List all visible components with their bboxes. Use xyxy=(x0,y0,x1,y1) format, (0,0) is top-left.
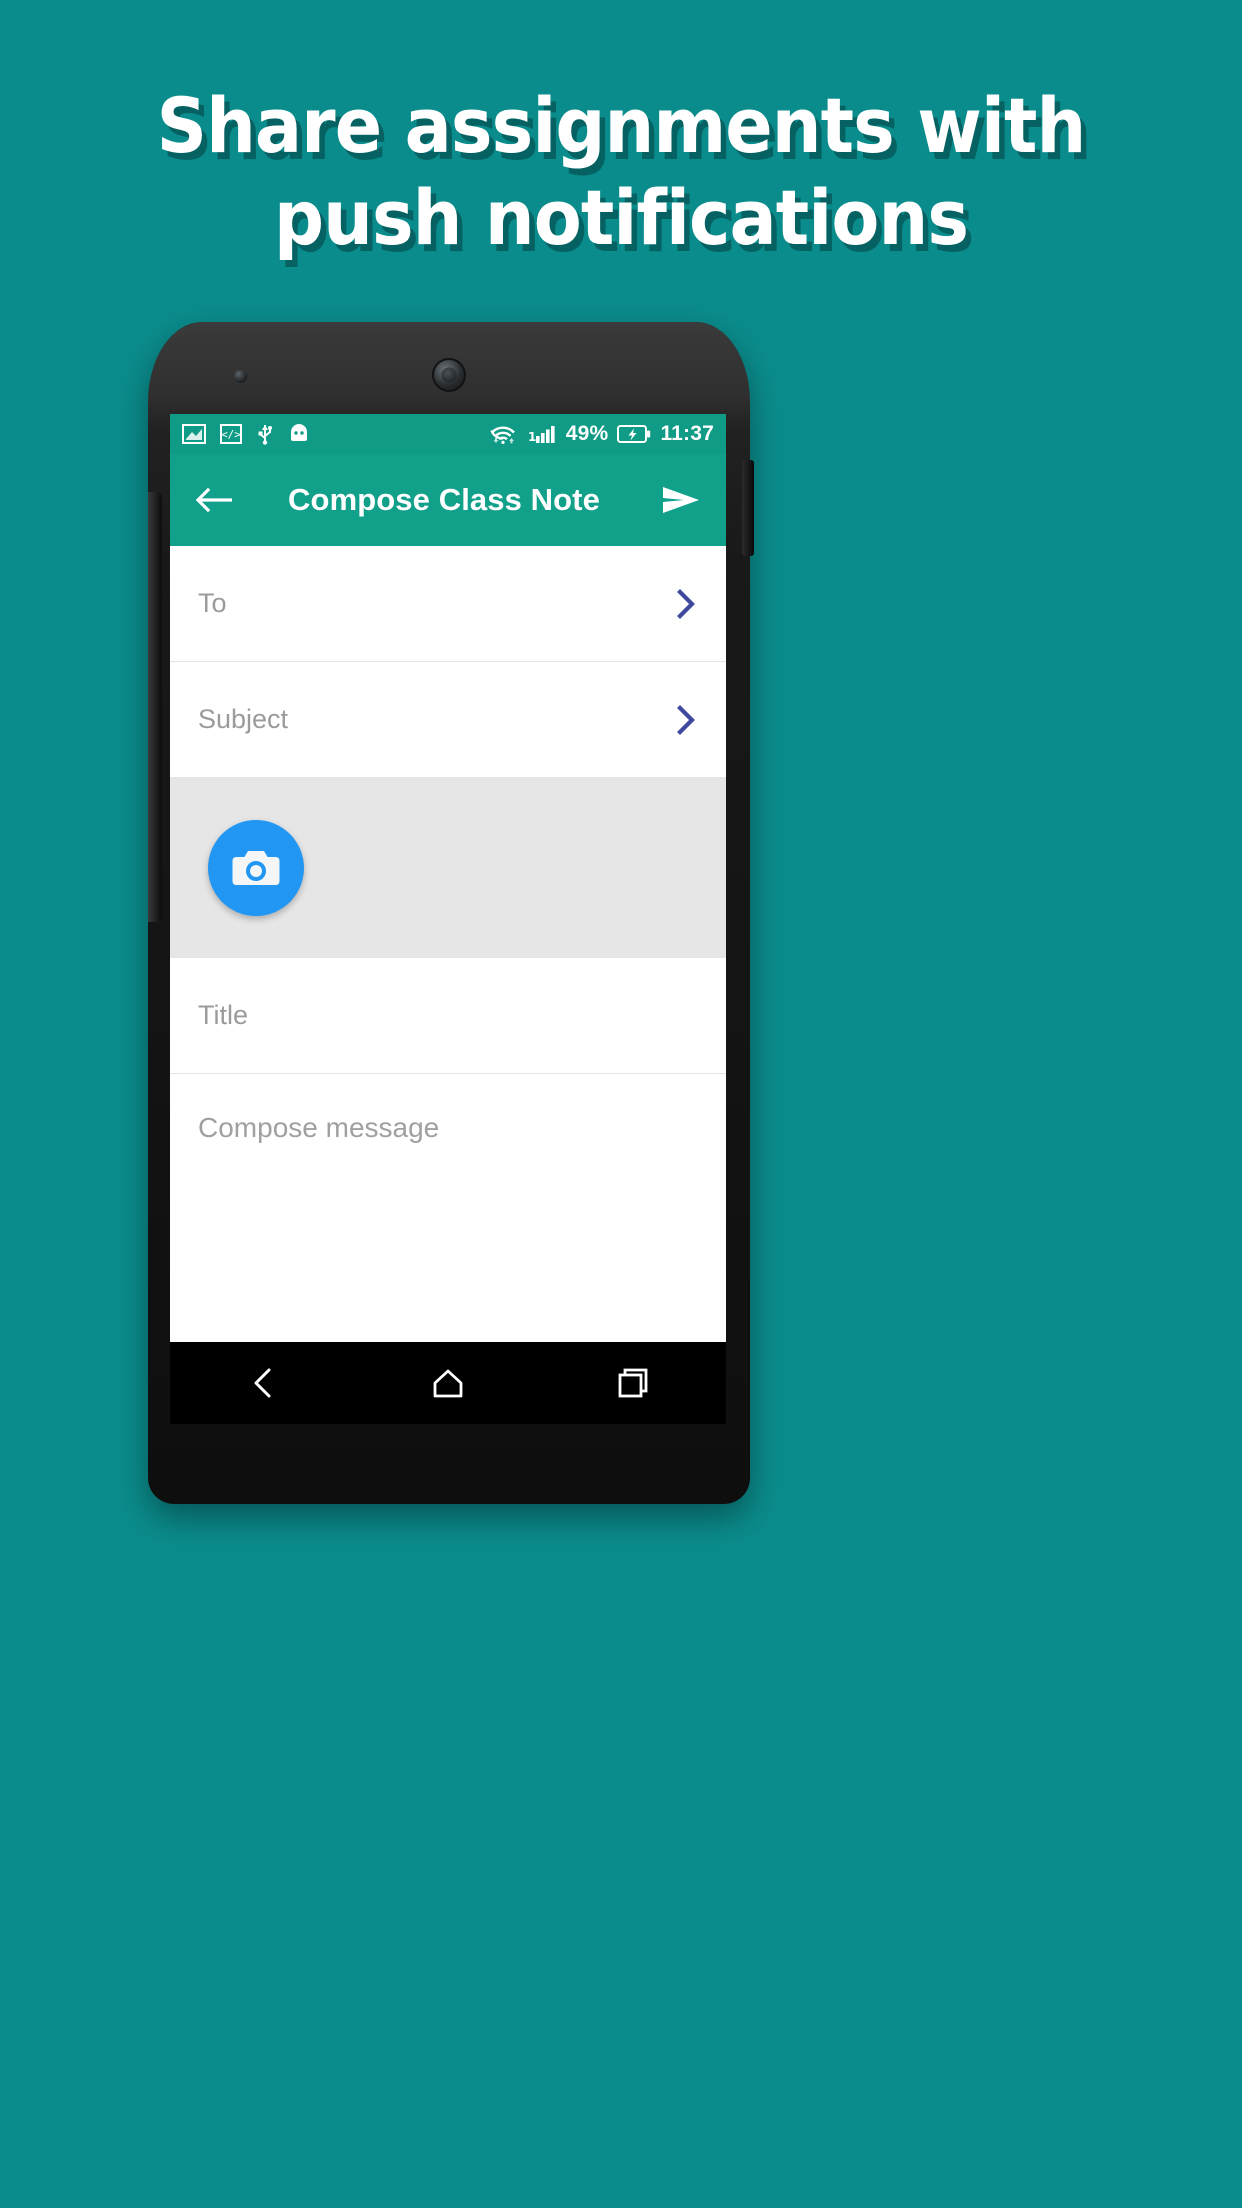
earpiece-sensor-icon xyxy=(432,358,466,392)
back-nav-icon xyxy=(254,1368,271,1398)
battery-percent-label: 49% xyxy=(565,422,609,445)
usb-icon xyxy=(258,425,272,445)
home-nav-icon xyxy=(433,1369,463,1398)
back-nav-button[interactable] xyxy=(208,1342,318,1424)
svg-text:1: 1 xyxy=(528,430,536,444)
headline-line-2: push notifications xyxy=(273,173,969,262)
title-field-placeholder: Title xyxy=(198,1000,249,1030)
developer-code-icon: </> xyxy=(220,424,242,444)
chevron-right-icon[interactable] xyxy=(674,703,698,737)
app-bar: Compose Class Note xyxy=(170,454,726,546)
signal-bars-icon: 1 xyxy=(528,426,555,444)
phone-left-bezel-trim xyxy=(148,492,162,922)
recents-nav-icon xyxy=(618,1368,648,1398)
to-field-label: To xyxy=(198,588,227,618)
send-icon[interactable] xyxy=(660,483,702,517)
svg-text:</>: </> xyxy=(221,428,241,441)
status-bar-right-icons: 1 49% 11:37 xyxy=(488,422,714,446)
status-bar: </> 1 49% 11:37 xyxy=(170,414,726,454)
page-title: Compose Class Note xyxy=(288,482,600,517)
wifi-icon xyxy=(490,426,515,444)
screenshot-icon xyxy=(182,424,206,444)
status-bar-clock: 11:37 xyxy=(660,422,714,445)
home-nav-button[interactable] xyxy=(393,1342,503,1424)
promo-headline: Share assignments with push notification… xyxy=(50,80,1193,264)
status-bar-left-icons: </> xyxy=(182,423,488,445)
headline-line-1: Share assignments with xyxy=(156,81,1087,170)
battery-charging-icon xyxy=(617,425,651,443)
phone-screen: </> 1 49% 11:37 Compose Class Note To Su… xyxy=(170,414,726,1342)
attachment-photo-band xyxy=(170,778,726,958)
android-nav-bar xyxy=(170,1342,726,1424)
android-head-icon xyxy=(291,424,307,441)
nav-bar-inner xyxy=(170,1342,726,1424)
phone-mockup: </> 1 49% 11:37 Compose Class Note To Su… xyxy=(148,322,754,1504)
camera-icon xyxy=(232,851,280,885)
compose-message-area[interactable]: Compose message xyxy=(170,1074,726,1144)
field-row-subject[interactable]: Subject xyxy=(170,662,726,778)
subject-field-label: Subject xyxy=(198,704,289,734)
front-camera-icon xyxy=(234,370,247,383)
field-row-to[interactable]: To xyxy=(170,546,726,662)
camera-button[interactable] xyxy=(208,820,304,916)
field-row-title[interactable]: Title xyxy=(170,958,726,1074)
chevron-right-icon[interactable] xyxy=(674,587,698,621)
recents-nav-button[interactable] xyxy=(578,1342,688,1424)
compose-message-placeholder: Compose message xyxy=(198,1112,440,1143)
power-button[interactable] xyxy=(742,460,754,556)
